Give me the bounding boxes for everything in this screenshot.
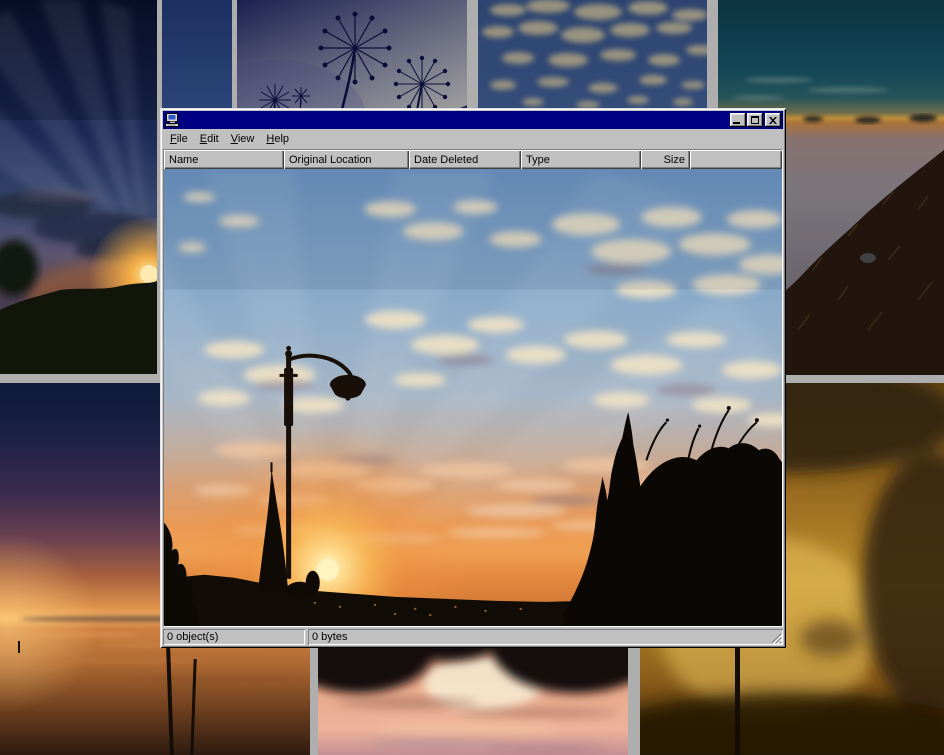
wallpaper-tile-sunset-rays <box>0 0 157 374</box>
column-header-size[interactable]: Size <box>641 150 690 169</box>
status-size: 0 bytes <box>308 629 783 645</box>
menu-file[interactable]: File <box>164 131 194 147</box>
column-header-type[interactable]: Type <box>521 150 641 169</box>
menu-help[interactable]: Help <box>260 131 295 147</box>
minimize-icon <box>733 122 740 124</box>
menu-bar: File Edit View Help <box>163 129 783 149</box>
close-icon <box>769 117 777 124</box>
titlebar[interactable] <box>163 111 783 129</box>
status-bar: 0 object(s) 0 bytes <box>163 629 783 645</box>
menu-edit[interactable]: Edit <box>194 131 225 147</box>
resize-grip[interactable] <box>769 631 782 644</box>
recycle-bin-window: File Edit View Help Name Original Locati… <box>160 108 786 648</box>
computer-icon <box>165 113 180 127</box>
column-header-original-location[interactable]: Original Location <box>284 150 409 169</box>
maximize-button[interactable] <box>747 113 763 127</box>
column-header-name[interactable]: Name <box>164 150 284 169</box>
column-header-row: Name Original Location Date Deleted Type… <box>164 150 782 169</box>
minimize-button[interactable] <box>730 113 746 127</box>
menu-view[interactable]: View <box>225 131 261 147</box>
maximize-icon <box>751 116 759 124</box>
column-header-date-deleted[interactable]: Date Deleted <box>409 150 521 169</box>
column-header-empty[interactable] <box>690 150 782 169</box>
list-client-area-sunset-photo[interactable] <box>164 169 782 626</box>
file-list-view: Name Original Location Date Deleted Type… <box>163 149 783 627</box>
close-button[interactable] <box>765 113 781 127</box>
status-object-count: 0 object(s) <box>163 629 305 645</box>
